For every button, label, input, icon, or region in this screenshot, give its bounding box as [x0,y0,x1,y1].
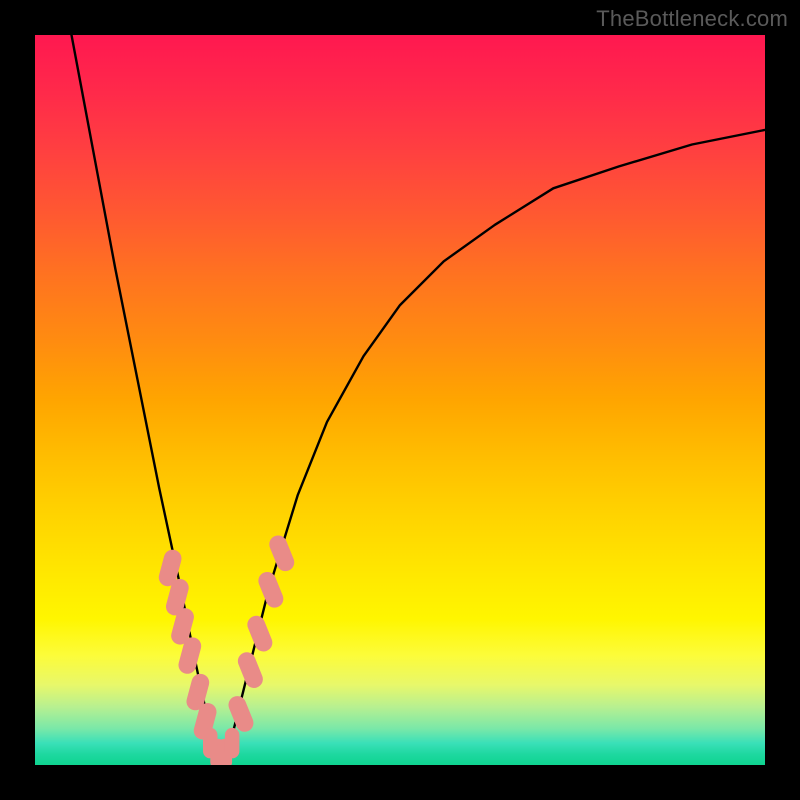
marker-capsule [245,613,275,654]
curve-marker [256,569,286,610]
curve-marker [225,728,240,758]
marker-capsule [235,650,265,691]
bottleneck-curve [72,35,766,758]
watermark-text: TheBottleneck.com [596,6,788,32]
chart-svg [35,35,765,765]
marker-capsule [256,569,286,610]
marker-capsule [267,533,297,574]
curve-marker [267,533,297,574]
plot-area [35,35,765,765]
curve-marker [245,613,275,654]
curve-marker [235,650,265,691]
marker-capsule [225,728,240,758]
curve-group [72,35,766,758]
chart-frame: TheBottleneck.com [0,0,800,800]
